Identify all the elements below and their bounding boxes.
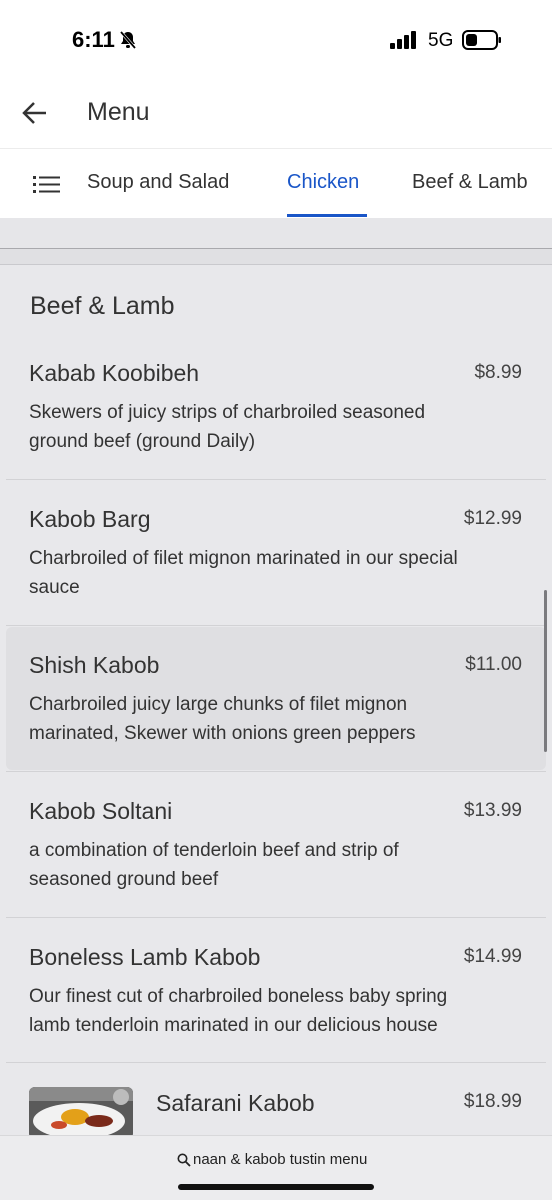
menu-item[interactable]: Boneless Lamb Kabob $14.99 Our finest cu… xyxy=(6,922,546,1068)
item-name: Boneless Lamb Kabob xyxy=(29,944,261,970)
item-description-line: ground beef (ground Daily) xyxy=(29,431,256,452)
search-icon xyxy=(177,1153,191,1167)
app-bar: Menu xyxy=(0,78,552,148)
item-description: Charbroiled of filet mignon marinated in… xyxy=(29,544,519,602)
item-name: Kabab Koobibeh xyxy=(29,360,200,386)
home-indicator[interactable] xyxy=(178,1184,374,1190)
item-description: Charbroiled juicy large chunks of filet … xyxy=(29,690,519,748)
item-description-line: a combination of tenderloin beef and str… xyxy=(29,840,399,861)
item-price: $12.99 xyxy=(463,508,522,529)
signal-icon xyxy=(390,31,416,49)
item-description-line: Charbroiled of filet mignon marinated in… xyxy=(29,548,458,569)
item-name: Shish Kabob xyxy=(29,652,160,678)
item-description: a combination of tenderloin beef and str… xyxy=(29,836,519,894)
item-divider xyxy=(6,917,546,918)
item-divider xyxy=(6,479,546,480)
item-price: $14.99 xyxy=(463,946,522,967)
item-description: Skewers of juicy strips of charbroiled s… xyxy=(29,398,519,456)
item-description-line: Our finest cut of charbroiled boneless b… xyxy=(29,986,448,1007)
item-description-line: Skewers of juicy strips of charbroiled s… xyxy=(29,402,426,423)
list-icon[interactable] xyxy=(33,173,61,195)
item-price: $11.00 xyxy=(465,654,522,675)
item-photo[interactable] xyxy=(29,1087,133,1139)
network-label: 5G xyxy=(428,30,454,51)
tab-soup-and-salad[interactable]: Soup and Salad xyxy=(87,171,229,194)
section-divider xyxy=(0,248,552,265)
battery-icon xyxy=(462,30,501,50)
bell-off-icon xyxy=(119,31,137,49)
back-arrow-icon[interactable] xyxy=(20,98,50,128)
item-name: Kabob Barg xyxy=(29,506,151,532)
item-description-line: seasoned ground beef xyxy=(29,869,219,890)
status-bar: 6:11 5G xyxy=(0,0,552,78)
active-tab-indicator xyxy=(287,214,367,217)
item-divider xyxy=(6,1062,546,1063)
item-price: $8.99 xyxy=(474,362,522,383)
item-description-line: lamb tenderloin marinated in our delicio… xyxy=(29,1015,438,1036)
food-photo-icon xyxy=(29,1087,133,1139)
item-price: $18.99 xyxy=(463,1091,522,1112)
page-title: Menu xyxy=(87,98,150,126)
menu-item[interactable]: Kabob Soltani $13.99 a combination of te… xyxy=(6,776,546,922)
menu-item[interactable]: Shish Kabob $11.00 Charbroiled juicy lar… xyxy=(6,627,546,770)
item-description: Our finest cut of charbroiled boneless b… xyxy=(29,982,519,1040)
spacer xyxy=(0,218,552,248)
scrollbar[interactable] xyxy=(544,590,547,752)
browser-address-bar[interactable]: naan & kabob tustin menu xyxy=(0,1135,552,1200)
item-divider xyxy=(6,625,546,626)
menu-item[interactable]: Kabob Barg $12.99 Charbroiled of filet m… xyxy=(6,484,546,630)
tab-beef-and-lamb[interactable]: Beef & Lamb xyxy=(412,171,528,194)
item-description-line: sauce xyxy=(29,577,80,598)
item-name[interactable]: Safarani Kabob xyxy=(156,1090,315,1117)
section-title: Beef & Lamb xyxy=(30,292,175,320)
item-description-line: marinated, Skewer with onions green pepp… xyxy=(29,723,416,744)
item-divider xyxy=(6,771,546,772)
menu-item[interactable]: Kabab Koobibeh $8.99 Skewers of juicy st… xyxy=(6,338,546,484)
status-time: 6:11 xyxy=(72,27,115,52)
item-description-line: Charbroiled juicy large chunks of filet … xyxy=(29,694,408,715)
item-price: $13.99 xyxy=(463,800,522,821)
category-tabs: Soup and Salad Chicken Beef & Lamb xyxy=(0,148,552,218)
item-name: Kabob Soltani xyxy=(29,798,173,824)
tab-chicken[interactable]: Chicken xyxy=(287,171,359,194)
address-text[interactable]: naan & kabob tustin menu xyxy=(193,1151,367,1168)
